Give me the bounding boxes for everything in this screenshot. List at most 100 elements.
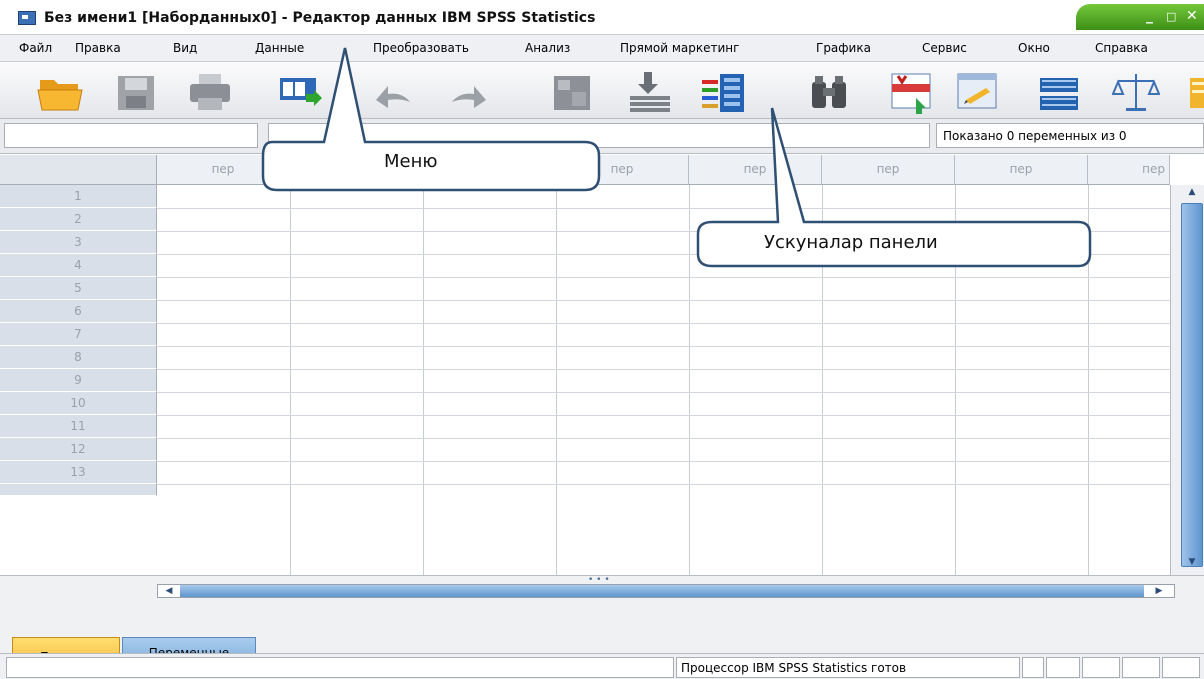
row-header[interactable]: 12 xyxy=(0,438,157,461)
undo-icon[interactable] xyxy=(368,70,416,114)
grid-line xyxy=(955,185,956,575)
grid-line xyxy=(689,185,690,575)
grid-line xyxy=(423,185,424,575)
menu-analyze[interactable]: Анализ xyxy=(525,41,570,55)
vertical-scroll-thumb[interactable] xyxy=(1181,203,1203,567)
weight-cases-icon[interactable] xyxy=(1112,70,1160,114)
grid-line xyxy=(157,415,1170,416)
find-icon[interactable] xyxy=(806,70,854,114)
goto-case-icon[interactable] xyxy=(550,70,598,114)
status-segment xyxy=(1046,657,1080,678)
column-header[interactable]: пер xyxy=(689,155,822,185)
menu-window[interactable]: Окно xyxy=(1018,41,1050,55)
row-header[interactable]: 2 xyxy=(0,208,157,231)
window-title: Без имени1 [Наборданных0] - Редактор дан… xyxy=(44,10,596,26)
row-header[interactable]: 8 xyxy=(0,346,157,369)
grid-line xyxy=(290,185,291,575)
status-segment xyxy=(1082,657,1120,678)
title-bar: Без имени1 [Наборданных0] - Редактор дан… xyxy=(0,0,1204,34)
recall-dialog-icon[interactable] xyxy=(276,70,324,114)
grid-line xyxy=(157,254,1170,255)
menu-bar: Файл Правка Вид Данные Преобразовать Ана… xyxy=(0,34,1204,62)
goto-variable-icon[interactable] xyxy=(626,70,674,114)
grid-line xyxy=(157,277,1170,278)
grid-line xyxy=(1088,185,1089,575)
maximize-button[interactable]: □ xyxy=(1166,10,1176,23)
column-header[interactable]: пер xyxy=(157,155,290,185)
menu-transform[interactable]: Преобразовать xyxy=(373,41,469,55)
row-header[interactable]: 3 xyxy=(0,231,157,254)
status-segment xyxy=(1162,657,1200,678)
grid-corner[interactable] xyxy=(0,155,157,185)
scroll-down-arrow-icon[interactable]: ▼ xyxy=(1181,557,1203,573)
status-segment xyxy=(6,657,674,678)
toolbar-callout-label: Ускуналар панели xyxy=(764,232,938,253)
cell-reference-field[interactable] xyxy=(4,123,258,148)
print-icon[interactable] xyxy=(186,70,234,114)
menu-callout-label: Меню xyxy=(384,151,438,172)
vertical-scrollbar[interactable]: ▲ ▼ xyxy=(1170,185,1204,575)
row-header[interactable]: 13 xyxy=(0,461,157,484)
row-header[interactable]: 10 xyxy=(0,392,157,415)
grid-line xyxy=(157,484,1170,485)
menu-direct-marketing[interactable]: Прямой маркетинг xyxy=(620,41,739,55)
variable-count-label: Показано 0 переменных из 0 xyxy=(936,123,1204,148)
column-header[interactable]: пер xyxy=(1088,155,1170,185)
column-header[interactable]: пер xyxy=(423,155,556,185)
status-bar: Процессор IBM SPSS Statistics готов xyxy=(0,653,1204,679)
insert-cases-icon[interactable] xyxy=(888,70,936,114)
grid-line xyxy=(157,392,1170,393)
minimize-button[interactable]: _ xyxy=(1146,8,1153,24)
column-header[interactable]: пер xyxy=(955,155,1088,185)
horizontal-scroll-thumb[interactable] xyxy=(180,585,1144,597)
menu-help[interactable]: Справка xyxy=(1095,41,1148,55)
grid-line xyxy=(157,461,1170,462)
horizontal-scrollbar[interactable]: • • • ◀ ▶ xyxy=(0,575,1204,601)
row-header[interactable]: 1 xyxy=(0,185,157,208)
grid-line xyxy=(556,185,557,575)
row-header[interactable]: 6 xyxy=(0,300,157,323)
grid-line xyxy=(157,346,1170,347)
redo-icon[interactable] xyxy=(446,70,494,114)
view-tabs: Данные Переменные xyxy=(0,601,1204,675)
menu-utilities[interactable]: Сервис xyxy=(922,41,967,55)
insert-variable-icon[interactable] xyxy=(954,70,1002,114)
grid-line xyxy=(157,300,1170,301)
close-button[interactable]: ✕ xyxy=(1186,8,1198,24)
spss-app-icon xyxy=(18,11,36,25)
menu-view[interactable]: Вид xyxy=(173,41,197,55)
row-header[interactable]: 9 xyxy=(0,369,157,392)
scroll-left-arrow-icon[interactable]: ◀ xyxy=(160,585,178,597)
grid-line xyxy=(157,231,1170,232)
status-segment xyxy=(1122,657,1160,678)
grid-line xyxy=(157,369,1170,370)
save-icon[interactable] xyxy=(112,70,160,114)
row-header[interactable] xyxy=(0,484,157,496)
split-file-icon[interactable] xyxy=(1036,70,1084,114)
row-header[interactable]: 4 xyxy=(0,254,157,277)
column-header[interactable]: пер xyxy=(556,155,689,185)
grid-line xyxy=(157,323,1170,324)
row-header[interactable]: 11 xyxy=(0,415,157,438)
row-header[interactable]: 5 xyxy=(0,277,157,300)
menu-file[interactable]: Файл xyxy=(19,41,52,55)
splitter-grip-icon[interactable]: • • • xyxy=(588,576,610,585)
column-header[interactable]: пер xyxy=(822,155,955,185)
open-folder-icon[interactable] xyxy=(36,70,84,114)
menu-graphs[interactable]: Графика xyxy=(816,41,871,55)
status-segment xyxy=(1022,657,1044,678)
grid-line xyxy=(157,438,1170,439)
scroll-up-arrow-icon[interactable]: ▲ xyxy=(1181,187,1203,203)
row-header[interactable]: 7 xyxy=(0,323,157,346)
more-toolbar-icon[interactable] xyxy=(1184,70,1204,114)
window-controls: _ □ ✕ xyxy=(1076,4,1204,30)
processor-status: Процессор IBM SPSS Statistics готов xyxy=(676,657,1020,678)
data-grid[interactable]: пер пер пер пер пер пер пер пер 1 2 3 4 … xyxy=(0,155,1170,575)
menu-data[interactable]: Данные xyxy=(255,41,304,55)
grid-line xyxy=(157,208,1170,209)
cell-value-field[interactable] xyxy=(268,123,930,148)
toolbar xyxy=(0,62,1204,119)
menu-edit[interactable]: Правка xyxy=(75,41,121,55)
variables-icon[interactable] xyxy=(700,70,748,114)
scroll-right-arrow-icon[interactable]: ▶ xyxy=(1150,585,1168,597)
